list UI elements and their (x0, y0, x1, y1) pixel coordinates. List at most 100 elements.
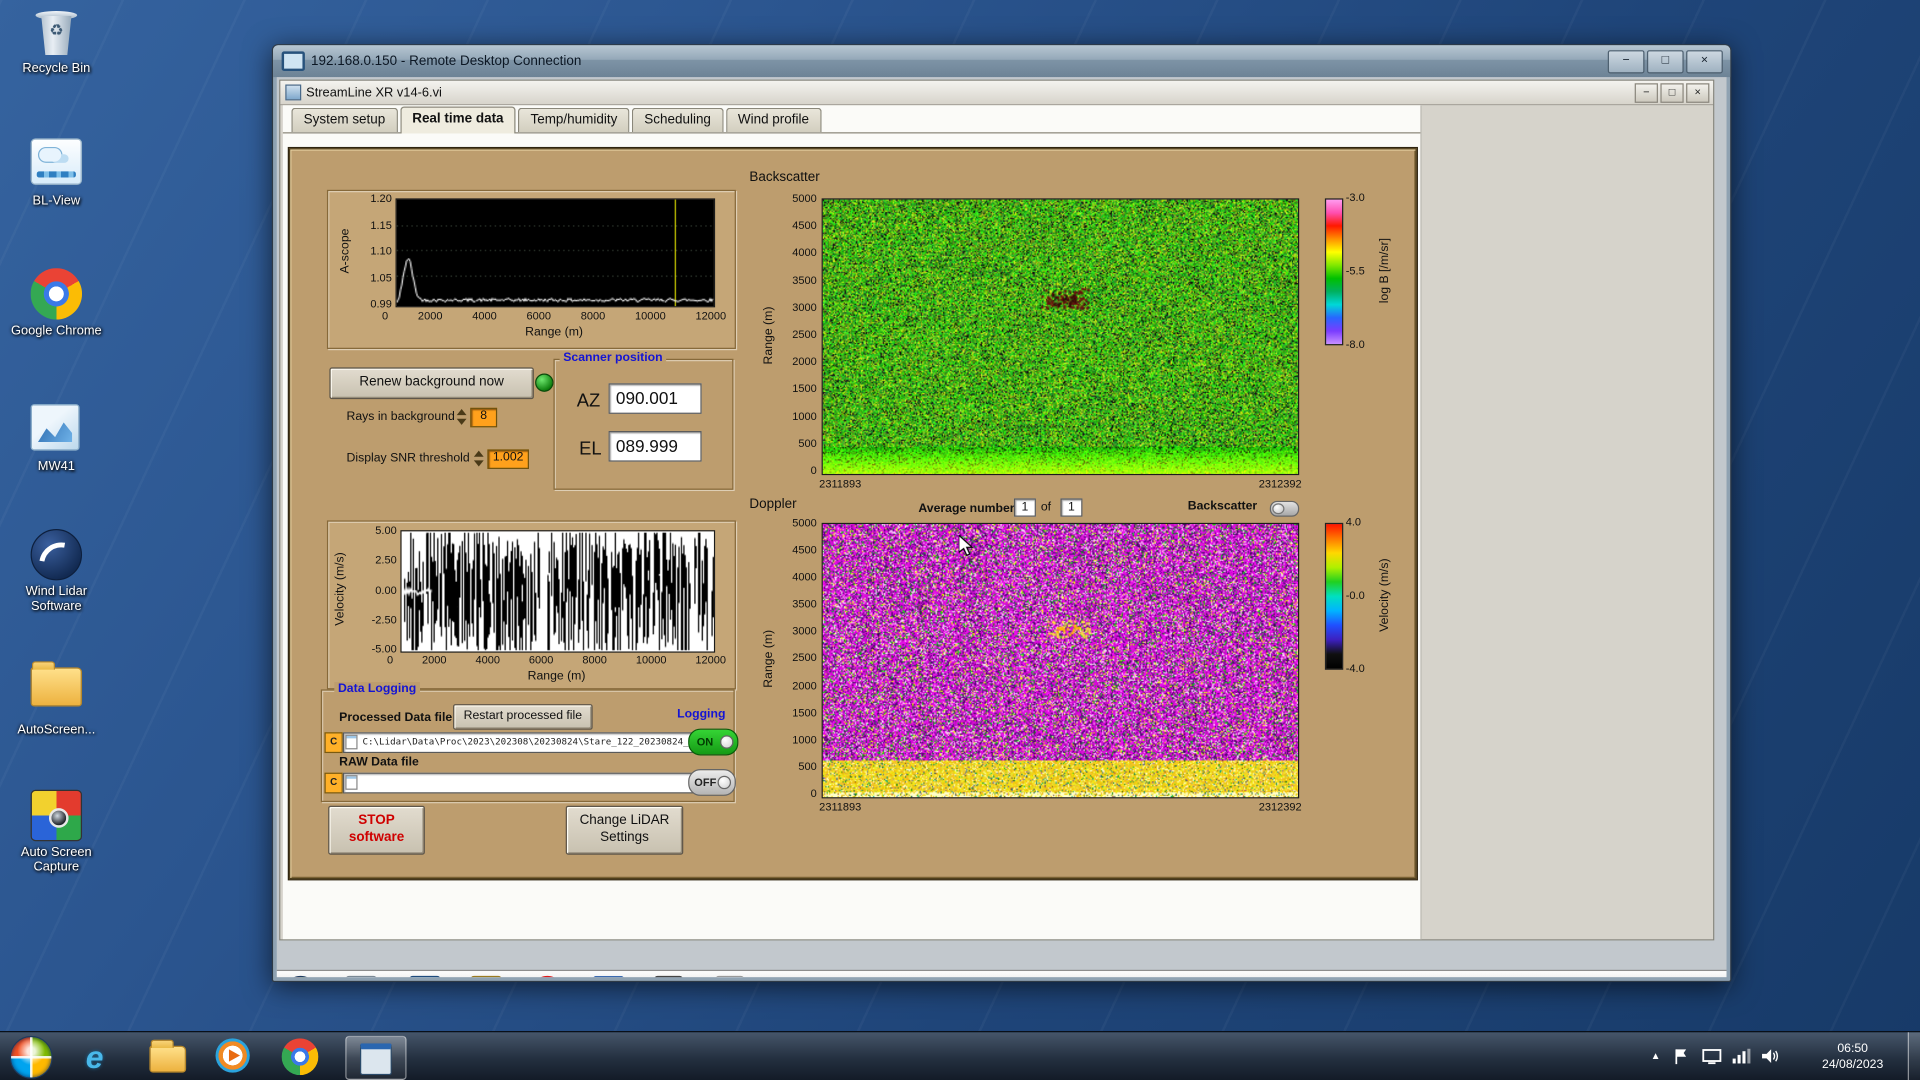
tab-temp-humidity[interactable]: Temp/humidity (518, 107, 630, 133)
desktop-icon-wind-lidar[interactable]: Wind Lidar Software (5, 528, 108, 614)
remote-taskbar-cmd[interactable]: >_ (653, 975, 684, 978)
doppler-plot-area[interactable] (821, 522, 1300, 799)
snr-value-field[interactable]: 1.002 (487, 449, 529, 469)
backscatter-plot-area[interactable] (821, 198, 1300, 476)
velocity-chart: Velocity (m/s) 5.00 2.50 0.00 -2.50 -5.00 02… (326, 520, 736, 690)
average-of-field[interactable]: 1 (1060, 498, 1083, 517)
stop-software-button[interactable]: STOP software (328, 805, 425, 855)
az-value-field[interactable]: 090.001 (608, 383, 702, 414)
raw-drive-button[interactable]: C (324, 772, 343, 794)
remote-taskbar-app-3[interactable] (470, 975, 503, 978)
ascope-x-ticks: 0 2000 4000 6000 8000 10000 12000 (382, 310, 726, 322)
velocity-plot-area[interactable] (400, 530, 716, 653)
remote-desktop: StreamLine XR v14-6.vi − □ × System setu… (276, 77, 1727, 978)
rays-value-field[interactable]: 8 (470, 407, 498, 428)
remote-taskbar-streamline-app[interactable] (592, 975, 625, 978)
desktop-icon-auto-screen-capture[interactable]: Auto Screen Capture (5, 789, 108, 875)
processed-file-path-field[interactable]: C:\Lidar\Data\Proc\2023\202308\20230824\… (342, 732, 705, 754)
toggle-on-label: ON (696, 735, 714, 749)
desktop-icon-bl-view[interactable]: BL-View (5, 135, 108, 209)
tick-label: 2312392 (1258, 477, 1302, 490)
tray-display-icon[interactable] (1702, 1048, 1722, 1065)
renew-background-button[interactable]: Renew background now (329, 367, 534, 400)
mouse-cursor (958, 533, 975, 564)
background-led-indicator (535, 373, 554, 392)
average-number-field[interactable]: 1 (1013, 498, 1036, 517)
tab-real-time-data[interactable]: Real time data (399, 106, 516, 134)
desktop-icon-autoscreen[interactable]: AutoScreen... (5, 658, 108, 738)
processed-drive-button[interactable]: C (324, 732, 343, 754)
real-time-data-panel: A-scope 1.20 1.15 1.10 1.05 0.99 0 2000 4000 60… (288, 148, 1417, 880)
tick-label: 2500 (792, 652, 817, 665)
tray-speaker-icon[interactable] (1761, 1048, 1781, 1065)
raw-logging-toggle[interactable]: OFF (688, 768, 736, 796)
remote-taskbar-app-1[interactable] (345, 975, 378, 978)
taskbar-explorer-icon[interactable] (149, 1038, 187, 1075)
scanner-position-title: Scanner position (559, 351, 667, 365)
of-label: of (1040, 500, 1052, 515)
taskbar-ie-icon[interactable]: e (86, 1038, 123, 1075)
raw-file-path-field[interactable] (342, 772, 705, 794)
tray-flag-icon[interactable] (1673, 1048, 1693, 1065)
app-minimize-button[interactable]: − (1634, 83, 1658, 103)
taskbar-media-player-icon[interactable] (215, 1038, 253, 1075)
ascope-y-ticks: 1.20 1.15 1.10 1.05 0.99 (353, 192, 391, 310)
tray-up-arrow-icon[interactable]: ▲ (1651, 1051, 1661, 1062)
tray-network-icon[interactable] (1731, 1048, 1751, 1065)
show-desktop-button[interactable] (1907, 1032, 1920, 1080)
remote-tray-clock[interactable]: 06:50 24/08/2023 (1540, 976, 1651, 977)
backscatter-colorbar-label: log B [/m/sr] (1378, 237, 1392, 304)
ascope-chart: A-scope 1.20 1.15 1.10 1.05 0.99 0 2000 4000 60… (326, 189, 736, 349)
change-lidar-settings-button[interactable]: Change LiDAR Settings (565, 805, 684, 855)
desktop-icon-google-chrome[interactable]: Google Chrome (5, 268, 108, 338)
backscatter-y-ticks: 5000 4500 4000 3500 3000 2500 2000 1500 1000 500 0 (778, 192, 817, 476)
desktop-icon-recycle-bin[interactable]: ♻ Recycle Bin (5, 6, 108, 76)
remote-start-button[interactable] (284, 975, 318, 978)
snr-spinner[interactable] (473, 449, 485, 467)
remote-taskbar-folder[interactable] (776, 976, 805, 978)
maximize-button[interactable]: □ (1646, 50, 1684, 74)
tick-label: 3500 (792, 273, 817, 286)
front-panel-page: System setup Real time data Temp/humidit… (282, 105, 1422, 940)
doppler-colorbar-label: Velocity (m/s) (1378, 558, 1392, 632)
app-titlebar[interactable]: StreamLine XR v14-6.vi − □ × (280, 80, 1714, 106)
raw-data-file-label: RAW Data file (339, 755, 419, 769)
backscatter-display-switch[interactable] (1269, 500, 1300, 517)
el-value-field[interactable]: 089.999 (608, 431, 702, 462)
tab-scheduling[interactable]: Scheduling (632, 107, 724, 133)
folder-icon (30, 661, 83, 718)
rdp-titlebar[interactable]: 192.168.0.150 - Remote Desktop Connectio… (273, 45, 1731, 78)
tab-wind-profile[interactable]: Wind profile (725, 107, 822, 133)
doppler-chart-title: Doppler (749, 497, 797, 512)
close-button[interactable]: × (1686, 50, 1723, 74)
desktop-icon-label: Google Chrome (10, 323, 102, 338)
app-close-button[interactable]: × (1686, 83, 1710, 103)
tick-label: 4000 (792, 246, 817, 259)
rays-spinner[interactable] (456, 408, 468, 426)
backscatter-x-ticks: 2311893 2312392 (819, 478, 1301, 490)
processed-logging-toggle[interactable]: ON (688, 728, 739, 756)
tick-label: 12000 (695, 653, 727, 667)
taskbar-rdp-active-button[interactable] (345, 1035, 407, 1080)
taskbar-chrome-icon[interactable] (281, 1038, 319, 1076)
ascope-plot-area[interactable] (395, 198, 716, 308)
processed-data-file-label: Processed Data file (339, 711, 453, 725)
remote-taskbar-app-2[interactable] (408, 975, 441, 978)
tab-system-setup[interactable]: System setup (291, 107, 398, 133)
velocity-x-ticks: 0 2000 4000 6000 8000 10000 12000 (387, 654, 726, 666)
desktop-icon-mw41[interactable]: MW41 (5, 400, 108, 474)
restart-processed-file-button[interactable]: Restart processed file (453, 704, 593, 730)
desktop-icon-label: BL-View (32, 193, 81, 209)
backscatter-colorbar-ticks: -3.0 -5.5 -8.0 (1346, 191, 1365, 350)
doppler-x-ticks: 2311893 2312392 (819, 801, 1301, 813)
app-restore-button[interactable]: □ (1660, 83, 1684, 103)
tray-clock[interactable]: 06:50 24/08/2023 (1807, 1041, 1898, 1073)
start-button[interactable] (9, 1035, 53, 1079)
snr-threshold-label: Display SNR threshold (346, 451, 470, 466)
remote-taskbar-power-app[interactable] (531, 975, 564, 978)
average-number-label: Average number (918, 502, 1015, 516)
desktop: ♻ Recycle Bin BL-View Google Chrome MW41… (0, 0, 1920, 1080)
remote-taskbar-scan-sched[interactable]: Scan sched (715, 975, 745, 978)
tick-label: 0 (810, 463, 817, 477)
minimize-button[interactable]: − (1607, 50, 1645, 74)
